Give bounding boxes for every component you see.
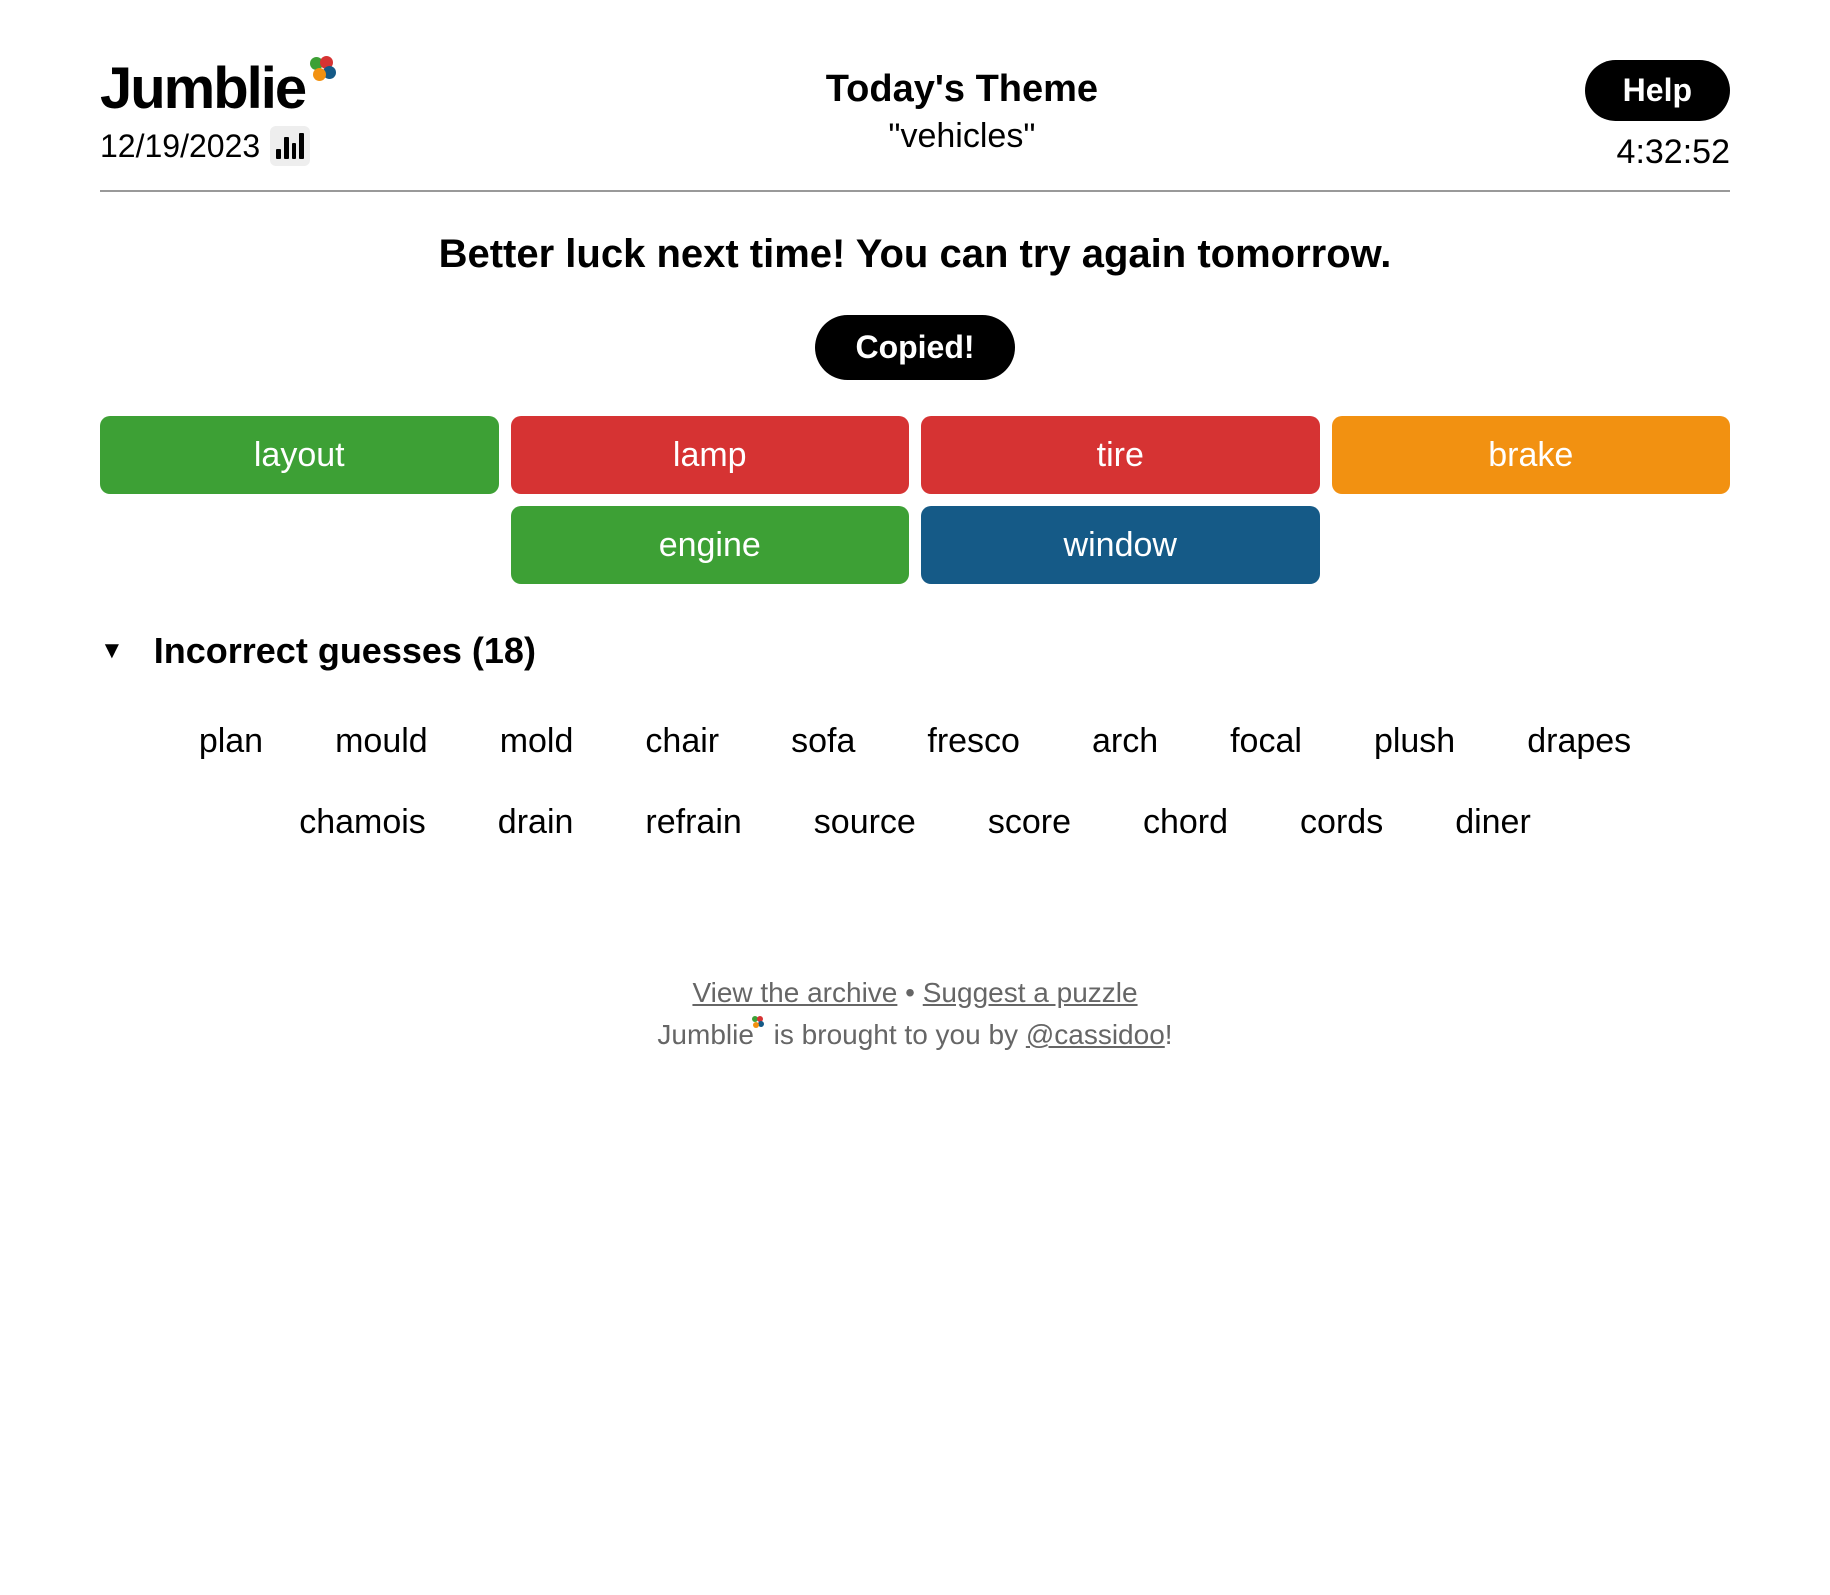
theme-label: Today's Theme [826,68,1098,111]
result-message: Better luck next time! You can try again… [100,232,1730,277]
answer-tile: window [921,506,1320,584]
incorrect-word: chair [645,722,719,761]
footer-logo-dots-icon [752,1016,766,1030]
footer-separator: • [897,977,922,1008]
answer-tile: brake [1332,416,1731,494]
footer-credit-suffix: ! [1165,1019,1173,1050]
answer-tiles: layoutlamptirebrake enginewindow [100,416,1730,584]
elapsed-timer: 4:32:52 [1617,133,1730,172]
logo[interactable]: Jumblie [100,60,339,118]
incorrect-word: mold [500,722,574,761]
date-row: 12/19/2023 [100,126,339,166]
answer-tile: engine [511,506,910,584]
header-left: Jumblie 12/19/2023 [100,60,339,166]
incorrect-word: chamois [299,803,426,842]
header: Jumblie 12/19/2023 Today's Theme "vehicl… [100,60,1730,192]
incorrect-word: arch [1092,722,1158,761]
incorrect-word: sofa [791,722,855,761]
incorrect-word: source [814,803,916,842]
stats-icon[interactable] [270,126,310,166]
incorrect-word: drapes [1527,722,1631,761]
author-link[interactable]: @cassidoo [1026,1019,1165,1050]
caret-down-icon: ▼ [100,637,124,665]
incorrect-word: refrain [645,803,741,842]
header-center: Today's Theme "vehicles" [826,60,1098,156]
incorrect-word: mould [335,722,428,761]
logo-dots-icon [309,56,339,86]
incorrect-word: diner [1455,803,1531,842]
incorrect-word: cords [1300,803,1383,842]
suggest-link[interactable]: Suggest a puzzle [923,977,1138,1008]
footer: View the archive • Suggest a puzzle Jumb… [100,972,1730,1056]
answer-tile: lamp [511,416,910,494]
archive-link[interactable]: View the archive [692,977,897,1008]
incorrect-word: drain [498,803,574,842]
logo-text: Jumblie [100,60,305,118]
help-button[interactable]: Help [1585,60,1730,121]
answer-tile: layout [100,416,499,494]
incorrect-word: plan [199,722,263,761]
puzzle-date: 12/19/2023 [100,128,260,165]
incorrect-word: chord [1143,803,1228,842]
answer-tile: tire [921,416,1320,494]
incorrect-list: plan mould mold chair sofa fresco arch focal plu… [100,722,1730,842]
footer-credit-mid: is brought to you by [766,1019,1026,1050]
incorrect-word: score [988,803,1071,842]
incorrect-title: Incorrect guesses (18) [154,630,536,672]
footer-credit-prefix: Jumblie [657,1019,753,1050]
incorrect-word: fresco [927,722,1020,761]
header-right: Help 4:32:52 [1585,60,1730,172]
incorrect-word: focal [1230,722,1302,761]
share-button[interactable]: Copied! [815,315,1014,380]
theme-value: "vehicles" [826,117,1098,156]
incorrect-toggle[interactable]: ▼ Incorrect guesses (18) [100,630,1730,672]
incorrect-word: plush [1374,722,1455,761]
